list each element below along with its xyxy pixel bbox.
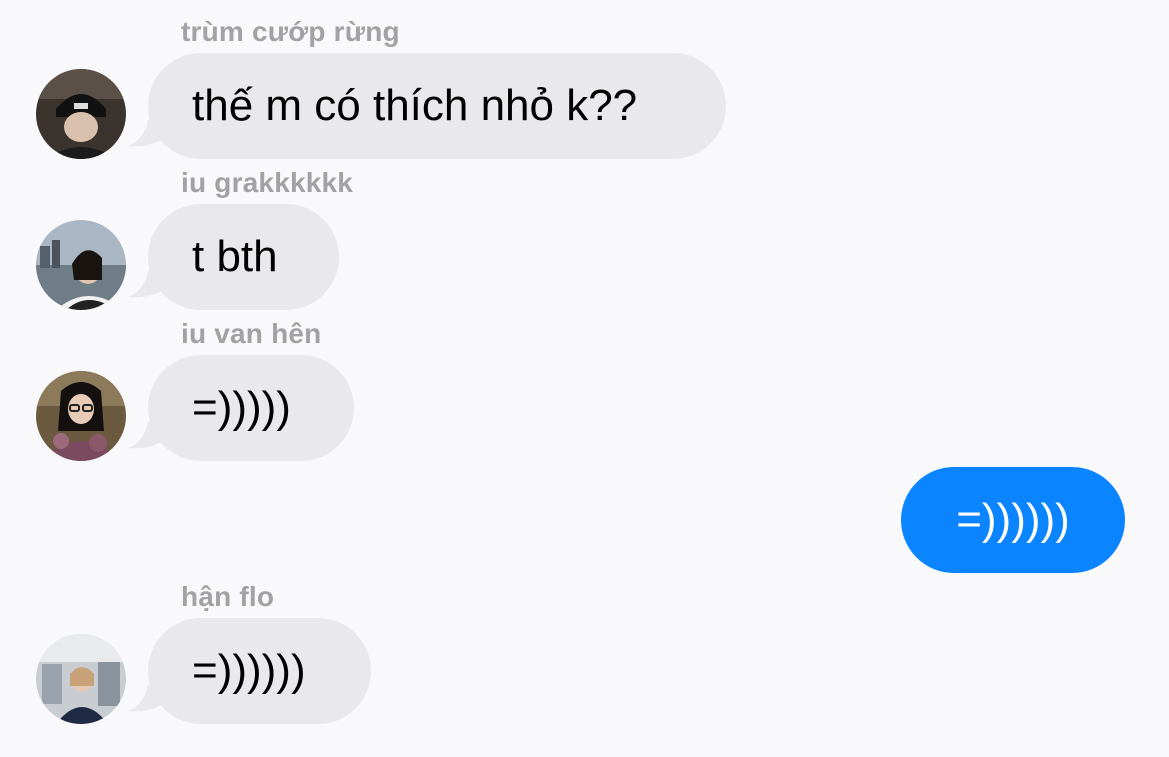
message-text: thế m có thích nhỏ k??	[192, 81, 638, 130]
avatar[interactable]	[36, 371, 126, 461]
message-text: t bth	[192, 232, 278, 281]
message-bubble[interactable]: t bth	[148, 204, 339, 310]
avatar-image	[36, 220, 126, 310]
message-bubble[interactable]: =)))))	[148, 355, 354, 461]
message-bubble[interactable]: =))))))	[148, 618, 371, 724]
message-text: =)))))	[192, 383, 291, 432]
message-bubble-outgoing[interactable]: =))))))	[901, 467, 1125, 573]
sender-name: iu grakkkkkk	[181, 167, 354, 198]
avatar[interactable]	[36, 69, 126, 159]
message-text: =))))))	[956, 495, 1070, 544]
avatar-image	[36, 371, 126, 461]
sender-name: iu van hên	[181, 318, 322, 349]
message-thread: trùm cướp rừng thế m có thích nhỏ k?? iu…	[0, 0, 1169, 757]
sender-name: hận flo	[181, 581, 275, 612]
avatar-image	[36, 634, 126, 724]
avatar[interactable]	[36, 220, 126, 310]
avatar[interactable]	[36, 634, 126, 724]
message-bubble[interactable]: thế m có thích nhỏ k??	[148, 53, 726, 159]
avatar-image	[36, 69, 126, 159]
sender-name: trùm cướp rừng	[181, 16, 400, 47]
message-text: =))))))	[192, 646, 306, 695]
